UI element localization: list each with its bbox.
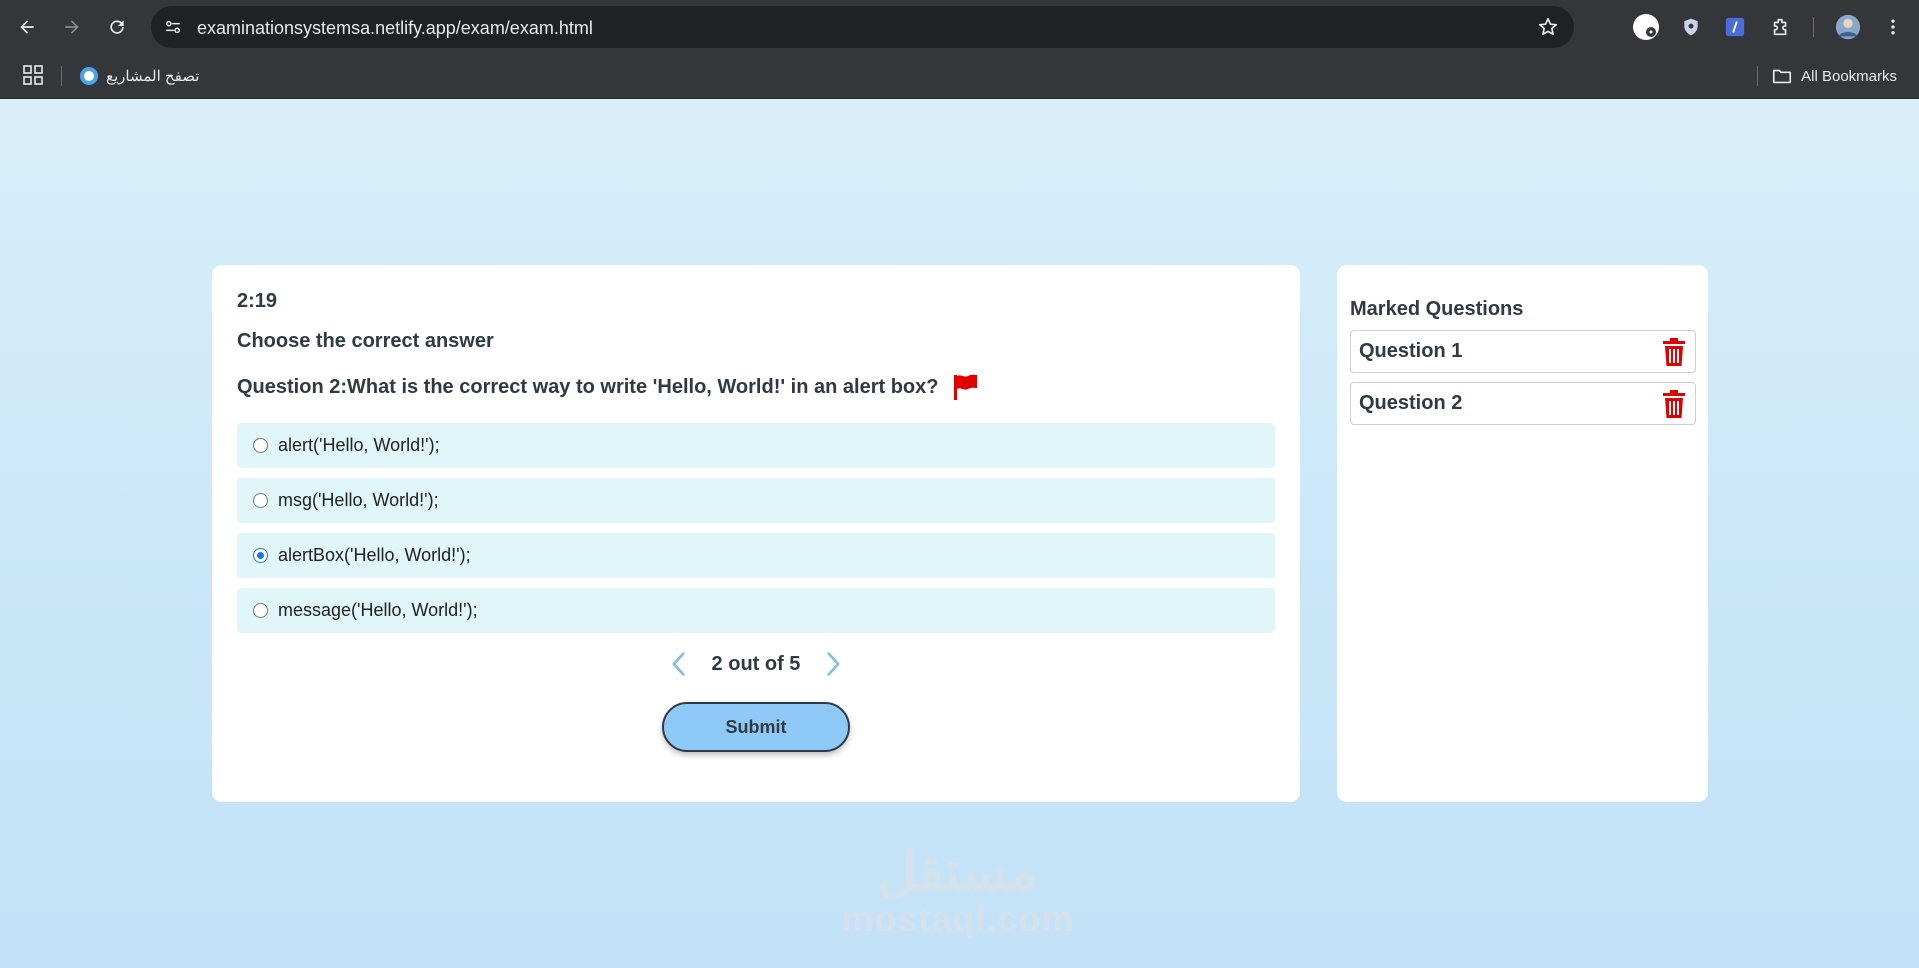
- question-row: Question 2:What is the correct way to wr…: [237, 372, 980, 402]
- marked-questions-list: Question 1 Question 2: [1350, 330, 1696, 434]
- marked-question-label: Question 1: [1359, 340, 1463, 362]
- folder-icon: [1773, 69, 1792, 84]
- toolbar-divider: [1813, 17, 1814, 37]
- back-arrow-icon[interactable]: [12, 12, 42, 42]
- watermark-arabic: مستقل: [877, 842, 1039, 902]
- question-pager: 2 out of 5: [212, 649, 1300, 679]
- trash-icon[interactable]: [1661, 389, 1687, 418]
- flag-icon[interactable]: [950, 372, 980, 402]
- bookmarks-bar: تصفح المشاريع All Bookmarks: [0, 54, 1919, 99]
- marked-question-label: Question 2: [1359, 392, 1463, 414]
- all-bookmarks-label: All Bookmarks: [1801, 67, 1897, 85]
- site-info-icon[interactable]: [161, 15, 185, 39]
- marked-question-item[interactable]: Question 2: [1350, 382, 1696, 425]
- all-bookmarks-button[interactable]: All Bookmarks: [1771, 64, 1897, 88]
- address-bar[interactable]: examinationsystemsa.netlify.app/exam/exa…: [151, 6, 1574, 48]
- answer-radio[interactable]: [253, 438, 268, 453]
- bookmark-star-icon[interactable]: [1536, 15, 1560, 39]
- answer-option[interactable]: msg('Hello, World!');: [237, 478, 1275, 523]
- extension-icon[interactable]: [1631, 12, 1661, 42]
- reload-icon[interactable]: [102, 12, 132, 42]
- menu-dots-icon[interactable]: [1878, 12, 1908, 42]
- answer-label: msg('Hello, World!');: [278, 490, 439, 510]
- bookmark-label: تصفح المشاريع: [106, 68, 200, 85]
- forward-arrow-icon[interactable]: [57, 12, 87, 42]
- page-count: 2 out of 5: [711, 652, 801, 675]
- marked-questions-title: Marked Questions: [1350, 298, 1524, 320]
- bookmark-favicon-icon: [80, 67, 98, 85]
- timer: 2:19: [237, 290, 278, 312]
- submit-button[interactable]: Submit: [662, 702, 850, 752]
- answer-radio-selected[interactable]: [253, 548, 268, 563]
- previous-question-chevron-icon[interactable]: [668, 649, 690, 679]
- bookmark-projects[interactable]: تصفح المشاريع: [80, 64, 199, 88]
- next-question-chevron-icon[interactable]: [822, 649, 844, 679]
- answer-label: message('Hello, World!');: [278, 600, 478, 620]
- trash-icon[interactable]: [1661, 337, 1687, 366]
- mostaql-watermark: مستقل mostaql.com: [838, 843, 1078, 937]
- answer-label: alertBox('Hello, World!');: [278, 545, 471, 565]
- puzzle-extensions-icon[interactable]: [1766, 12, 1796, 42]
- answer-options: alert('Hello, World!'); msg('Hello, Worl…: [237, 423, 1275, 643]
- profile-avatar-icon[interactable]: [1833, 12, 1863, 42]
- bookmarks-divider-right: [1757, 66, 1758, 86]
- answer-radio[interactable]: [253, 493, 268, 508]
- bookmarks-divider: [61, 66, 62, 86]
- slash-extension-icon[interactable]: [1720, 12, 1750, 42]
- question-text: Question 2:What is the correct way to wr…: [237, 375, 939, 398]
- url-text[interactable]: examinationsystemsa.netlify.app/exam/exa…: [197, 18, 593, 39]
- watermark-latin: mostaql.com: [841, 898, 1075, 939]
- shield-extension-icon[interactable]: [1676, 12, 1706, 42]
- answer-option[interactable]: alertBox('Hello, World!');: [237, 533, 1275, 578]
- answer-option[interactable]: alert('Hello, World!');: [237, 423, 1275, 468]
- browser-toolbar: examinationsystemsa.netlify.app/exam/exa…: [0, 0, 1919, 54]
- page-background: 2:19 Choose the correct answer Question …: [0, 99, 1919, 968]
- answer-radio[interactable]: [253, 603, 268, 618]
- marked-questions-panel: Marked Questions Question 1 Question 2: [1337, 265, 1708, 802]
- apps-grid-icon[interactable]: [22, 64, 44, 86]
- answer-label: alert('Hello, World!');: [278, 435, 440, 455]
- instruction-text: Choose the correct answer: [237, 330, 494, 352]
- marked-question-item[interactable]: Question 1: [1350, 330, 1696, 373]
- exam-card: 2:19 Choose the correct answer Question …: [212, 265, 1300, 802]
- answer-option[interactable]: message('Hello, World!');: [237, 588, 1275, 633]
